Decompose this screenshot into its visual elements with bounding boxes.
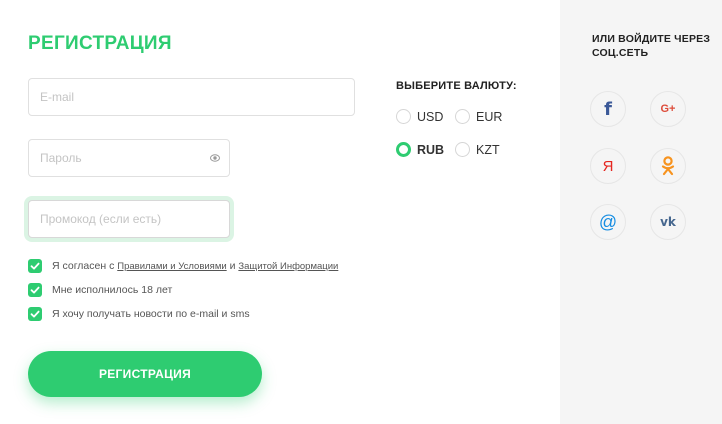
registration-panel: РЕГИСТРАЦИЯ Я согласен с Правилами и Усл… [0, 0, 560, 424]
odnoklassniki-login-button[interactable] [650, 148, 686, 184]
age-agreement-row: Мне исполнилось 18 лет [28, 282, 338, 298]
email-field[interactable] [28, 78, 355, 116]
check-icon [30, 286, 40, 294]
social-login-title: ИЛИ ВОЙДИТЕ ЧЕРЕЗ СОЦ.СЕТЬ [592, 33, 711, 59]
mail-ru-login-button[interactable]: @ [590, 204, 626, 240]
check-icon [30, 262, 40, 270]
currency-title: ВЫБЕРИТЕ ВАЛЮТУ: [396, 80, 517, 92]
mail-ru-icon: @ [598, 211, 618, 232]
currency-option-usd[interactable]: USD [396, 109, 443, 124]
yandex-icon: Я [602, 157, 614, 175]
currency-option-rub[interactable]: RUB [396, 142, 444, 157]
page-title: РЕГИСТРАЦИЯ [28, 33, 172, 54]
password-field[interactable] [28, 139, 230, 177]
terms-and-text: и [226, 260, 239, 272]
currency-label: USD [417, 109, 444, 124]
vk-icon: vk [660, 215, 676, 229]
radio-button[interactable] [455, 109, 470, 124]
odnoklassniki-icon [661, 156, 675, 176]
currency-label: KZT [476, 142, 500, 157]
facebook-icon: f [604, 98, 612, 120]
google-plus-icon: G+ [660, 103, 676, 115]
currency-label: EUR [476, 109, 503, 124]
privacy-link[interactable]: Защитой Информации [238, 261, 338, 272]
social-login-panel: ИЛИ ВОЙДИТЕ ЧЕРЕЗ СОЦ.СЕТЬ f G+ Я @ vk [560, 0, 722, 424]
currency-option-kzt[interactable]: KZT [455, 142, 500, 157]
agreements-list: Я согласен с Правилами и Условиями и Защ… [28, 258, 338, 330]
age-checkbox[interactable] [28, 283, 42, 297]
email-input[interactable] [29, 79, 354, 115]
google-plus-login-button[interactable]: G+ [650, 91, 686, 127]
currency-label: RUB [417, 142, 445, 157]
yandex-login-button[interactable]: Я [590, 148, 626, 184]
terms-checkbox[interactable] [28, 259, 42, 273]
radio-button[interactable] [396, 109, 411, 124]
radio-button-selected[interactable] [396, 142, 411, 157]
password-input[interactable] [29, 140, 229, 176]
check-icon [30, 310, 40, 318]
radio-button[interactable] [455, 142, 470, 157]
news-label: Я хочу получать новости по e-mail и sms [52, 308, 250, 320]
eye-icon[interactable] [210, 154, 220, 162]
age-label: Мне исполнилось 18 лет [52, 284, 173, 296]
terms-prefix-text: Я согласен с [52, 260, 118, 272]
facebook-login-button[interactable]: f [590, 91, 626, 127]
register-button[interactable]: РЕГИСТРАЦИЯ [28, 351, 262, 397]
news-checkbox[interactable] [28, 307, 42, 321]
promo-input[interactable] [29, 201, 229, 237]
news-agreement-row: Я хочу получать новости по e-mail и sms [28, 306, 338, 322]
vk-login-button[interactable]: vk [650, 204, 686, 240]
promo-field[interactable] [28, 200, 230, 238]
terms-agreement-row: Я согласен с Правилами и Условиями и Защ… [28, 258, 338, 274]
terms-link[interactable]: Правилами и Условиями [117, 261, 226, 272]
currency-option-eur[interactable]: EUR [455, 109, 502, 124]
